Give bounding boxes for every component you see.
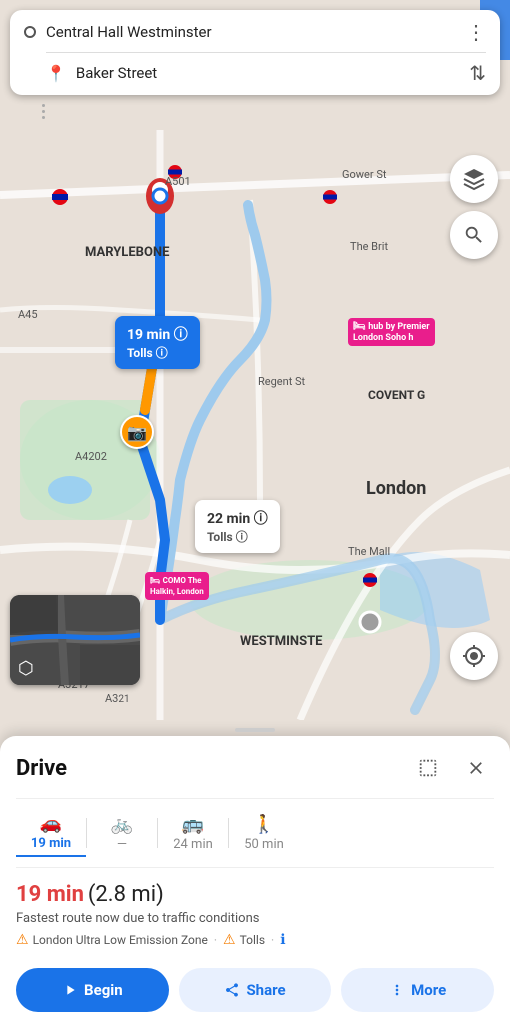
panel-header: Drive (16, 736, 494, 799)
close-panel-button[interactable] (458, 750, 494, 786)
action-buttons: Begin Share More (16, 968, 494, 1012)
drive-title: Drive (16, 756, 67, 781)
begin-label: Begin (84, 981, 123, 999)
walk-time: 50 min (244, 837, 284, 852)
tag-separator-1: · (214, 933, 217, 947)
route-tags: ⚠ London Ultra Low Emission Zone · ⚠ Tol… (16, 932, 494, 948)
layers-button[interactable] (450, 155, 498, 203)
bus-icon: 🚌 (182, 814, 204, 835)
tolls-label: Tolls (240, 933, 265, 947)
map-label-a4202: A4202 (75, 450, 107, 463)
route-time: 19 min (16, 882, 84, 907)
map-label-london: London (366, 478, 426, 499)
warning-icon: ⚠ (16, 932, 29, 948)
map-label-a321: A321 (105, 692, 130, 705)
more-options-label: More (411, 981, 446, 999)
begin-button[interactable]: Begin (16, 968, 169, 1012)
emission-zone-label: London Ultra Low Emission Zone (33, 933, 208, 947)
share-button[interactable]: Share (179, 968, 332, 1012)
hotel-marker[interactable]: 🛏 hub by PremierLondon Soho h (348, 318, 435, 346)
panel-icons (410, 750, 494, 786)
origin-dot-icon (24, 26, 36, 38)
map-label-westminster: WESTMINSTE (240, 634, 322, 649)
drag-handle[interactable] (235, 728, 275, 732)
more-button[interactable]: More (341, 968, 494, 1012)
bottom-panel: Drive 🚗 19 min 🚲 — 🚌 (0, 736, 510, 1024)
map-label-gower: Gower St (342, 168, 386, 181)
map-controls (450, 155, 498, 259)
map-label-mall: The Mall (348, 545, 390, 558)
more-menu-button[interactable]: ⋮ (466, 20, 486, 44)
drive-time: 19 min (31, 836, 71, 851)
tab-drive[interactable]: 🚗 19 min (16, 809, 86, 857)
map-label-regent: Regent St (258, 375, 305, 388)
tab-walk[interactable]: 🚶 50 min (229, 810, 299, 856)
filter-button[interactable] (410, 750, 446, 786)
transit-time: 24 min (173, 837, 213, 852)
share-label: Share (246, 981, 285, 999)
cube-icon: ⬡ (18, 658, 34, 679)
tolls-warning-icon: ⚠ (223, 932, 236, 948)
transport-tabs: 🚗 19 min 🚲 — 🚌 24 min 🚶 50 min (16, 799, 494, 868)
tag-separator-2: · (271, 933, 274, 947)
info-circle-icon[interactable]: ℹ (280, 932, 285, 948)
bike-icon: 🚲 (111, 814, 133, 835)
como-marker[interactable]: 🛏 COMO TheHalkin, London (145, 572, 209, 600)
primary-route-label[interactable]: 19 min ⓘTolls ⓘ (115, 316, 200, 369)
map-label-coventg: COVENT G (368, 388, 425, 402)
search-bar: Central Hall Westminster ⋮ 📍 Baker Stree… (10, 10, 500, 95)
emission-zone-tag: ⚠ London Ultra Low Emission Zone (16, 932, 208, 948)
map-label-a501: A501 (165, 175, 191, 188)
location-button[interactable] (450, 632, 498, 680)
search-on-map-button[interactable] (450, 211, 498, 259)
route-info: 19 min (2.8 mi) Fastest route now due to… (16, 868, 494, 956)
swap-route-button[interactable]: ⇅ (469, 61, 486, 85)
origin-input[interactable]: Central Hall Westminster (46, 23, 456, 41)
map-label-marylebone: MARYLEBONE (85, 245, 169, 260)
speed-camera-badge: 📷 (120, 415, 154, 449)
route-description: Fastest route now due to traffic conditi… (16, 911, 494, 926)
walk-icon: 🚶 (253, 814, 275, 835)
map-label-a45: A45 (18, 308, 38, 321)
cycle-time: — (117, 837, 127, 852)
tab-cycle[interactable]: 🚲 — (87, 810, 157, 856)
map-area[interactable]: 19 min ⓘTolls ⓘ 22 min ⓘTolls ⓘ MARYLEBO… (0, 0, 510, 720)
tolls-tag: ⚠ Tolls (223, 932, 265, 948)
destination-input[interactable]: Baker Street (76, 64, 459, 82)
satellite-thumbnail[interactable]: ⬡ (10, 595, 140, 685)
map-label-brit: The Brit (350, 240, 388, 253)
route-dist: (2.8 mi) (88, 882, 164, 907)
alt-route-label[interactable]: 22 min ⓘTolls ⓘ (195, 500, 280, 553)
tab-transit[interactable]: 🚌 24 min (158, 810, 228, 856)
car-icon: 🚗 (40, 813, 62, 834)
destination-pin-icon: 📍 (46, 64, 66, 83)
